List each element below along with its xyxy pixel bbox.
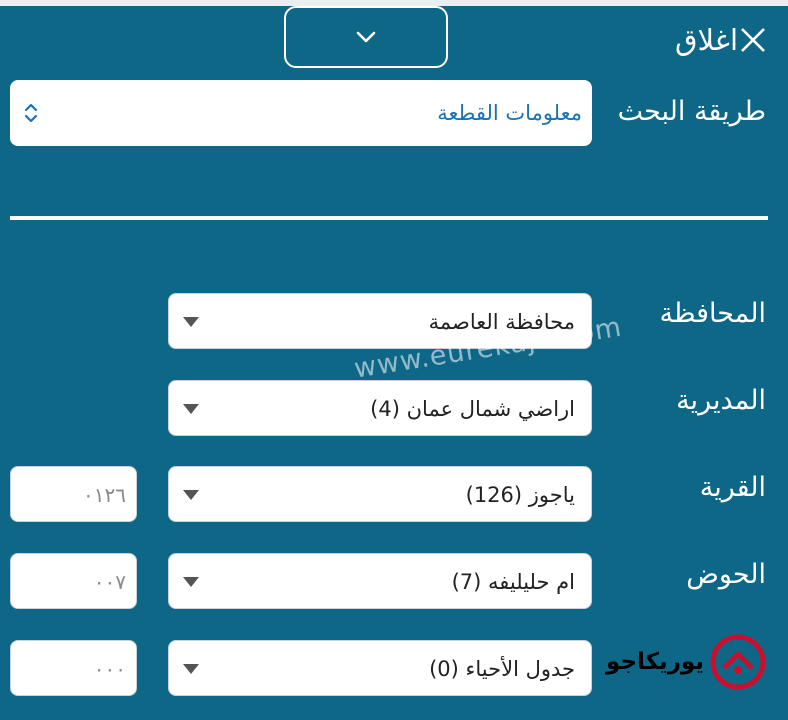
section-divider <box>10 216 768 220</box>
caret-down-icon <box>183 664 199 674</box>
basin-value: ام حليليفه (7) <box>451 570 575 594</box>
basin-label: الحوض <box>686 559 766 590</box>
collapse-button[interactable] <box>284 6 448 68</box>
caret-down-icon <box>183 490 199 500</box>
caret-down-icon <box>183 404 199 414</box>
chevron-down-icon <box>356 31 376 43</box>
village-code-field[interactable]: ٠١٢٦ <box>10 466 137 522</box>
neighborhood-code-value: ٠٠٠ <box>93 657 126 681</box>
basin-code-field[interactable]: ٠٠٧ <box>10 553 137 609</box>
search-method-select[interactable]: معلومات القطعة <box>10 80 592 146</box>
close-icon <box>741 28 765 52</box>
eurekajo-logo: يوريكاجو <box>596 632 766 692</box>
directorate-select[interactable]: اراضي شمال عمان (4) <box>168 380 592 436</box>
neighborhood-code-field[interactable]: ٠٠٠ <box>10 640 137 696</box>
directorate-label: المديرية <box>676 385 766 416</box>
village-code-value: ٠١٢٦ <box>83 483 126 507</box>
neighborhood-select[interactable]: جدول الأحياء (0) <box>168 640 592 696</box>
directorate-value: اراضي شمال عمان (4) <box>370 397 575 421</box>
governorate-label: المحافظة <box>659 298 766 329</box>
search-method-label: طريقة البحث <box>617 96 766 127</box>
village-label: القرية <box>699 472 766 503</box>
basin-select[interactable]: ام حليليفه (7) <box>168 553 592 609</box>
basin-code-value: ٠٠٧ <box>93 570 126 594</box>
close-label: اغلاق <box>674 23 738 57</box>
logo-mark-icon <box>710 634 766 690</box>
caret-down-icon <box>183 317 199 327</box>
search-method-value: معلومات القطعة <box>437 101 582 125</box>
logo-text: يوريكاجو <box>606 649 704 675</box>
close-button[interactable]: اغلاق <box>675 22 770 58</box>
village-value: ياجوز (126) <box>465 483 575 507</box>
updown-chevron-icon <box>24 103 38 123</box>
neighborhood-value: جدول الأحياء (0) <box>429 657 575 681</box>
caret-down-icon <box>183 577 199 587</box>
village-select[interactable]: ياجوز (126) <box>168 466 592 522</box>
